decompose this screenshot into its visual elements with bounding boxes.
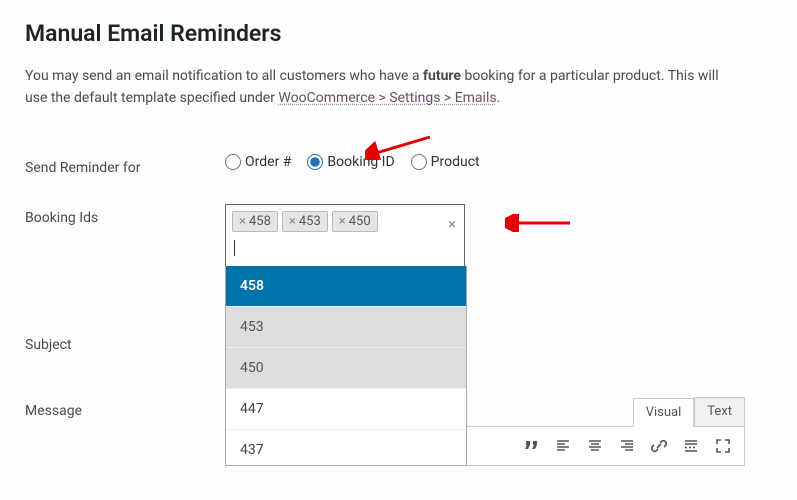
label-message: Message bbox=[25, 397, 225, 419]
dropdown-option-447[interactable]: 447 bbox=[226, 389, 466, 430]
quote-icon[interactable] bbox=[518, 433, 544, 459]
align-left-icon[interactable] bbox=[550, 433, 576, 459]
radio-order-text: Order # bbox=[245, 154, 291, 170]
tab-text[interactable]: Text bbox=[694, 397, 745, 426]
annotation-arrow-2 bbox=[505, 214, 575, 232]
page-description: You may send an email notification to al… bbox=[25, 65, 725, 110]
breadcrumb-link[interactable]: WooCommerce > Settings > Emails bbox=[278, 90, 496, 106]
align-right-icon[interactable] bbox=[614, 433, 640, 459]
dropdown-option-450[interactable]: 450 bbox=[226, 348, 466, 389]
radio-booking-id-text: Booking ID bbox=[327, 154, 394, 170]
desc-end: . bbox=[497, 90, 501, 106]
radio-order-label[interactable]: Order # bbox=[225, 154, 291, 170]
dropdown-option-453[interactable]: 453 bbox=[226, 307, 466, 348]
tag-450: ×450 bbox=[332, 211, 378, 232]
text-cursor bbox=[234, 240, 235, 256]
radio-product[interactable] bbox=[411, 154, 427, 170]
readmore-icon[interactable] bbox=[678, 433, 704, 459]
clear-all-icon[interactable]: × bbox=[448, 215, 456, 233]
link-icon[interactable] bbox=[646, 433, 672, 459]
align-center-icon[interactable] bbox=[582, 433, 608, 459]
desc-pre: You may send an email notification to al… bbox=[25, 68, 423, 84]
dropdown-option-437[interactable]: 437 bbox=[226, 430, 466, 466]
page-title: Manual Email Reminders bbox=[25, 20, 772, 47]
desc-bold: future bbox=[423, 68, 461, 84]
radio-product-text: Product bbox=[431, 154, 480, 170]
tag-remove-icon[interactable]: × bbox=[339, 214, 346, 229]
radio-order[interactable] bbox=[225, 154, 241, 170]
tab-visual[interactable]: Visual bbox=[633, 398, 695, 427]
label-booking-ids: Booking Ids bbox=[25, 204, 225, 226]
dropdown-option-458[interactable]: 458 bbox=[226, 266, 466, 307]
tag-remove-icon[interactable]: × bbox=[239, 214, 246, 229]
booking-ids-dropdown: 458 453 450 447 437 bbox=[225, 266, 467, 466]
tag-458: ×458 bbox=[232, 211, 278, 232]
fullscreen-icon[interactable] bbox=[710, 433, 736, 459]
tag-453: ×453 bbox=[282, 211, 328, 232]
label-send-reminder-for: Send Reminder for bbox=[25, 154, 225, 176]
radio-booking-id[interactable] bbox=[307, 154, 323, 170]
tag-remove-icon[interactable]: × bbox=[289, 214, 296, 229]
label-subject: Subject bbox=[25, 331, 225, 353]
booking-ids-multiselect[interactable]: ×458 ×453 ×450 × 458 453 450 447 437 bbox=[225, 204, 465, 267]
radio-product-label[interactable]: Product bbox=[411, 154, 480, 170]
reminder-type-radio-group: Order # Booking ID Product bbox=[225, 154, 772, 170]
radio-booking-id-label[interactable]: Booking ID bbox=[307, 154, 394, 170]
